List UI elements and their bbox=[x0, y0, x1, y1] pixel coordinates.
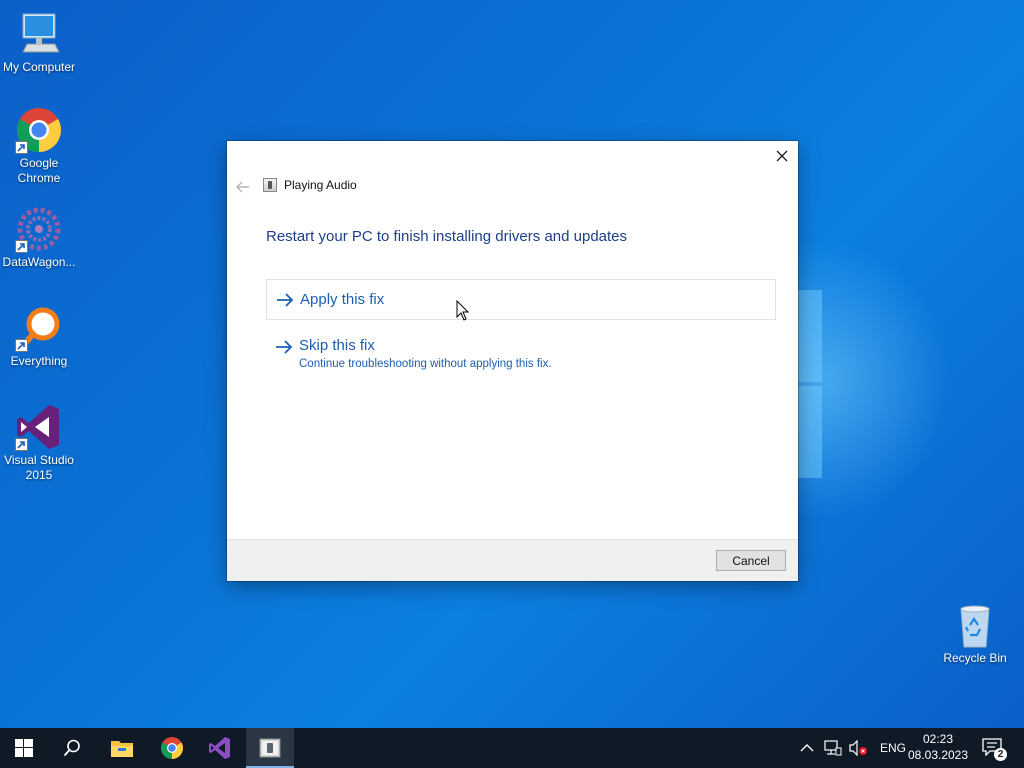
option-label: Apply this fix bbox=[300, 291, 385, 308]
dialog-title-row: Playing Audio bbox=[263, 178, 357, 192]
chrome-icon bbox=[15, 106, 63, 154]
close-icon bbox=[776, 150, 788, 162]
computer-icon bbox=[15, 10, 63, 58]
notification-count-badge: 2 bbox=[994, 748, 1007, 761]
search-icon bbox=[63, 739, 80, 757]
arrow-right-icon bbox=[276, 340, 293, 354]
clock-date: 08.03.2023 bbox=[907, 748, 969, 762]
wallpaper-logo-pane bbox=[798, 290, 822, 382]
dialog-title: Playing Audio bbox=[284, 178, 357, 192]
back-arrow-icon bbox=[236, 181, 249, 193]
system-tray: ENG bbox=[800, 728, 906, 768]
dialog-footer: Cancel bbox=[227, 539, 798, 581]
desktop-icon-visual-studio[interactable]: Visual Studio 2015 bbox=[0, 403, 78, 483]
shortcut-arrow-icon bbox=[15, 339, 28, 352]
taskbar-visual-studio[interactable] bbox=[196, 728, 244, 768]
desktop-icon-recycle-bin[interactable]: Recycle Bin bbox=[936, 601, 1014, 666]
troubleshooter-icon bbox=[259, 738, 281, 758]
volume-muted-icon[interactable] bbox=[848, 740, 868, 756]
chrome-icon bbox=[161, 737, 183, 759]
cancel-button[interactable]: Cancel bbox=[716, 550, 786, 571]
skip-fix-option[interactable]: Skip this fix Continue troubleshooting w… bbox=[266, 331, 776, 379]
desktop-icon-label: DataWagon... bbox=[2, 255, 76, 269]
visual-studio-icon bbox=[209, 737, 230, 759]
taskbar-chrome[interactable] bbox=[148, 728, 196, 768]
desktop-icon-my-computer[interactable]: My Computer bbox=[0, 10, 78, 75]
taskbar: ENG 02:23 08.03.2023 2 bbox=[0, 728, 1024, 768]
wallpaper-logo-pane bbox=[798, 386, 822, 478]
desktop-icon-label: Recycle Bin bbox=[943, 651, 1007, 665]
visual-studio-icon bbox=[15, 403, 63, 451]
desktop-icon-label: Everything bbox=[10, 354, 68, 368]
shortcut-arrow-icon bbox=[15, 438, 28, 451]
dialog-heading: Restart your PC to finish installing dri… bbox=[266, 228, 628, 245]
desktop-icon-label: Visual Studio 2015 bbox=[4, 453, 74, 482]
desktop-icon-google-chrome[interactable]: Google Chrome bbox=[0, 106, 78, 186]
chevron-up-icon[interactable] bbox=[800, 743, 814, 753]
desktop-icon-label: Google Chrome bbox=[17, 156, 61, 185]
recycle-bin-icon bbox=[951, 601, 999, 649]
start-button[interactable] bbox=[0, 728, 48, 768]
shortcut-arrow-icon bbox=[15, 141, 28, 154]
action-center-button[interactable]: 2 bbox=[982, 738, 1007, 761]
taskbar-troubleshooter[interactable] bbox=[246, 728, 294, 768]
arrow-right-icon bbox=[277, 293, 294, 307]
mouse-cursor-icon bbox=[456, 300, 470, 321]
file-explorer-icon bbox=[111, 741, 133, 757]
desktop-icon-label: My Computer bbox=[2, 60, 76, 74]
option-label: Skip this fix bbox=[299, 337, 375, 354]
start-icon bbox=[15, 739, 33, 757]
apply-fix-option[interactable]: Apply this fix bbox=[266, 279, 776, 320]
everything-search-icon bbox=[15, 304, 63, 352]
shortcut-arrow-icon bbox=[15, 240, 28, 253]
back-button[interactable] bbox=[234, 178, 252, 196]
taskbar-file-explorer[interactable] bbox=[98, 728, 146, 768]
clock[interactable]: 02:23 08.03.2023 bbox=[903, 731, 973, 763]
close-button[interactable] bbox=[766, 141, 798, 171]
desktop-icon-datawagon[interactable]: DataWagon... bbox=[0, 205, 78, 270]
troubleshooter-icon bbox=[263, 178, 277, 192]
option-description: Continue troubleshooting without applyin… bbox=[299, 358, 552, 370]
clock-time: 02:23 bbox=[922, 732, 954, 746]
desktop-icon-everything[interactable]: Everything bbox=[0, 304, 78, 369]
troubleshooter-dialog: Playing Audio Restart your PC to finish … bbox=[227, 141, 798, 581]
datawagon-icon bbox=[15, 205, 63, 253]
search-button[interactable] bbox=[48, 728, 96, 768]
network-icon[interactable] bbox=[824, 740, 842, 756]
